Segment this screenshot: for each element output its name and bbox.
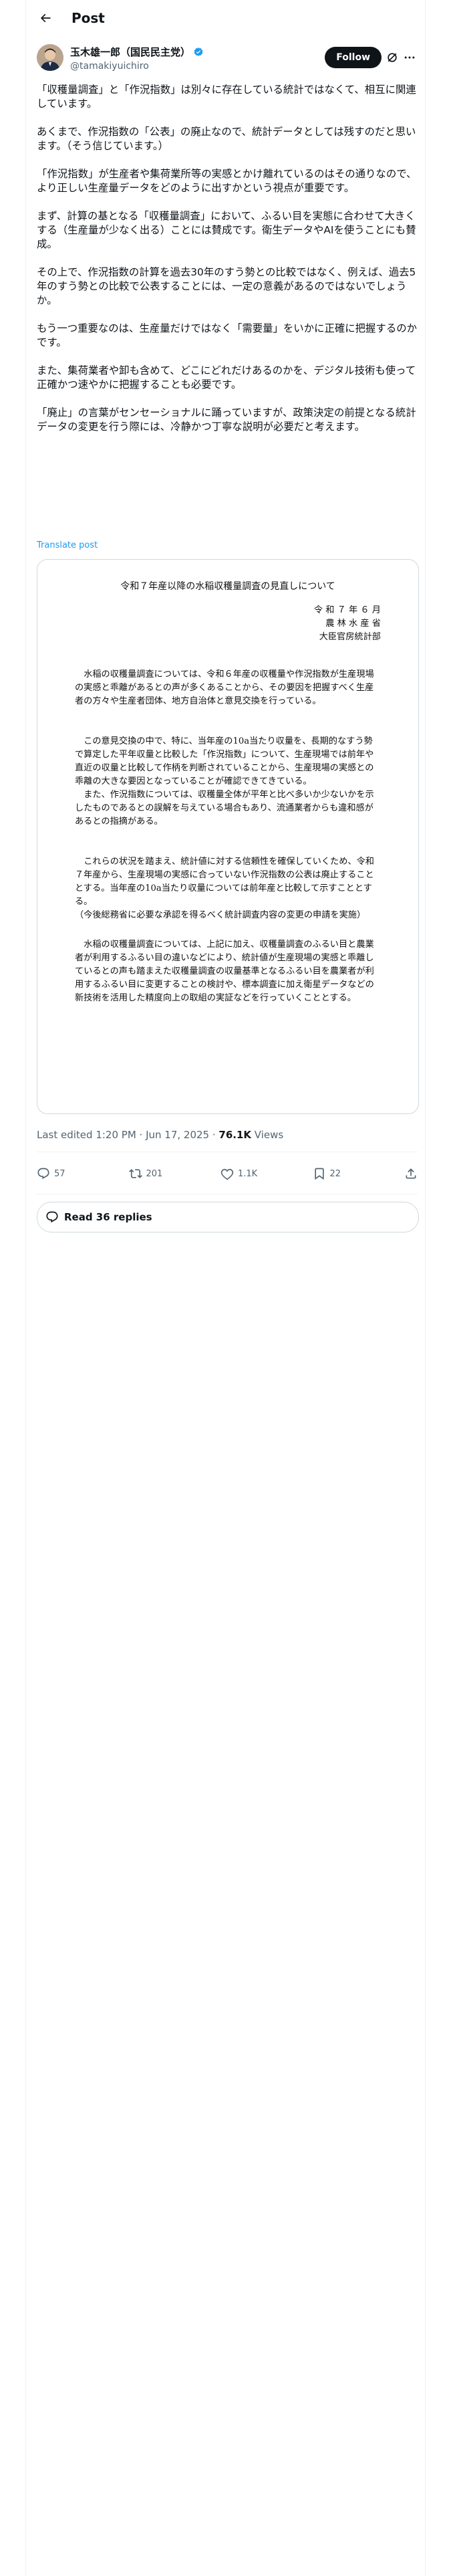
post-paragraph: もう一つ重要なのは、生産量だけではなく「需要量」をいかに正確に把握するのかです。: [37, 322, 417, 348]
like-button[interactable]: 1.1K: [220, 1167, 261, 1180]
avatar[interactable]: [37, 44, 63, 71]
post-paragraph: 「収穫量調査」と「作況指数」は別々に存在している統計ではなくて、相互に関連してい…: [37, 84, 416, 110]
arrow-left-icon: [40, 13, 51, 23]
repost-button[interactable]: 201: [128, 1167, 169, 1180]
post-paragraph: また、集荷業者や卸も含めて、どこにどれだけあるのかを、デジタル技術も使って正確か…: [37, 364, 416, 391]
author-name[interactable]: 玉木雄一郎（国民民主党）: [70, 45, 190, 59]
post-paragraph: 「作況指数」が生産者や集荷業所等の実感とかけ離れているのはその通りなので、より正…: [37, 168, 417, 194]
back-button[interactable]: [34, 7, 57, 29]
document-date: 令 和 ７ 年 ６ 月: [313, 605, 381, 615]
document-note: （今後総務省に必要な承認を得るべく統計調査内容の変更の申請を実施）: [75, 910, 366, 920]
post-paragraph: あくまで、作況指数の「公表」の廃止なので、統計データとしては残すのだと思います。…: [37, 126, 416, 152]
post-timestamp[interactable]: Last edited 1:20 PM · Jun 17, 2025 ·: [37, 1129, 218, 1141]
document: 令和７年産以降の水稲収穫量調査の見直しについて 令 和 ７ 年 ６ 月 農 林 …: [75, 580, 381, 1018]
repost-icon: [128, 1169, 142, 1178]
document-department: 大臣官房統計部: [319, 632, 381, 642]
document-paragraph: この意見交換の中で、特に、当年産の10a当たり収量を、長期的なすう勢で算定した平…: [75, 736, 374, 786]
document-paragraph: また、作況指数については、収穫量全体が平年と比べ多いか少ないかを示したものである…: [75, 790, 374, 827]
read-replies-label: Read 36 replies: [64, 1211, 152, 1223]
document-paragraph: 水稲の収穫量調査については、上記に加え、収穫量調査のふるい目と農業者が利用するふ…: [75, 940, 374, 1003]
post-paragraph: まず、計算の基となる「収穫量調査」において、ふるい目を実態に合わせて大きくする（…: [37, 210, 416, 250]
post-meta: Last edited 1:20 PM · Jun 17, 2025 · 76.…: [37, 1129, 283, 1141]
grok-icon[interactable]: [386, 51, 399, 64]
document-paragraph: 水稲の収穫量調査については、令和６年産の収穫量や作況指数が生産現場の実感と乖離が…: [75, 669, 374, 706]
page: Post 玉木雄一郎（国民民主党） @tamakiyuichiro Follow: [0, 0, 451, 2576]
author-handle[interactable]: @tamakiyuichiro: [70, 61, 204, 72]
page-title: Post: [71, 10, 105, 26]
document-paragraph: これらの状況を踏まえ、統計値に対する信頼性を確保していくため、令和７年産から、生…: [75, 857, 374, 907]
header: Post: [26, 0, 425, 36]
bookmark-count: 22: [329, 1168, 341, 1179]
author-row: 玉木雄一郎（国民民主党） @tamakiyuichiro Follow: [37, 41, 418, 74]
like-count: 1.1K: [238, 1168, 258, 1179]
share-button[interactable]: [404, 1167, 418, 1180]
document-title: 令和７年産以降の水稲収穫量調査の見直しについて: [120, 581, 335, 592]
author-info: 玉木雄一郎（国民民主党） @tamakiyuichiro: [70, 45, 204, 72]
attached-document-image[interactable]: 令和７年産以降の水稲収穫量調査の見直しについて 令 和 ７ 年 ６ 月 農 林 …: [37, 559, 419, 1114]
reply-count: 57: [54, 1168, 65, 1179]
repost-count: 201: [146, 1168, 163, 1179]
left-column-border: [25, 0, 26, 2576]
views-count: 76.1K: [218, 1129, 252, 1141]
post-text: 「収穫量調査」と「作況指数」は別々に存在している統計ではなくて、相互に関連してい…: [37, 83, 418, 448]
right-column-border: [425, 0, 426, 2576]
post-paragraph: 「廃止」の言葉がセンセーショナルに踊っていますが、政策決定の前提となる統計データ…: [37, 407, 416, 433]
reply-icon: [37, 1168, 49, 1180]
document-ministry: 農 林 水 産 省: [325, 619, 381, 629]
read-replies-button[interactable]: Read 36 replies: [37, 1202, 419, 1232]
action-bar: 57 201 1.1K 22: [37, 1158, 418, 1190]
avatar-image: [37, 44, 63, 71]
bookmark-icon: [314, 1168, 324, 1180]
verified-badge-icon: [194, 47, 203, 56]
translate-post-link[interactable]: Translate post: [37, 540, 98, 550]
bookmark-button[interactable]: 22: [313, 1167, 353, 1180]
views-label: Views: [251, 1129, 284, 1141]
follow-button[interactable]: Follow: [325, 47, 382, 68]
more-options-icon[interactable]: [403, 51, 416, 64]
reply-bubble-icon: [46, 1211, 58, 1223]
reply-button[interactable]: 57: [37, 1167, 77, 1180]
share-icon: [406, 1168, 416, 1179]
post-paragraph: その上で、作況指数の計算を過去30年のすう勢との比較ではなく、例えば、過去5年の…: [37, 266, 416, 306]
heart-icon: [220, 1168, 234, 1180]
